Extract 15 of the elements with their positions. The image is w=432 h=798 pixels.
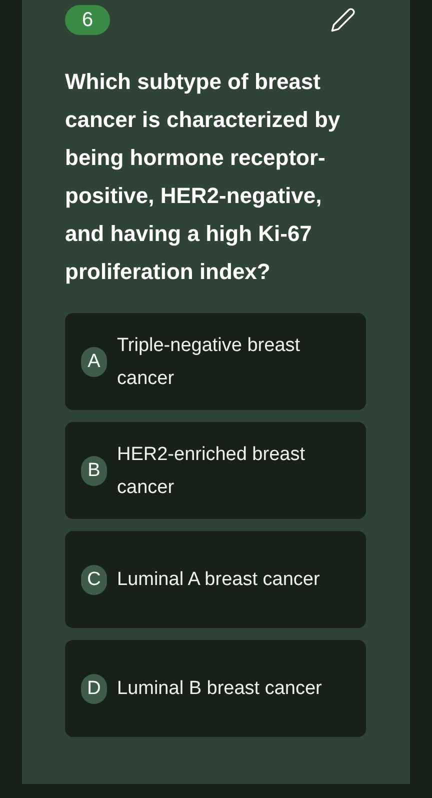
option-letter: B	[81, 456, 107, 486]
option-letter: A	[81, 346, 107, 376]
answer-option[interactable]: B HER2-enriched breast cancer	[65, 422, 366, 519]
option-text: Triple-negative breast cancer	[117, 334, 302, 390]
question-text: Which subtype of breast cancer is characterized by being hormone receptor-positive, HER2-negative, and having a high Ki-67 proliferation index?	[65, 68, 342, 286]
edit-icon[interactable]	[330, 7, 356, 33]
answer-option[interactable]: C Luminal A breast cancer	[65, 531, 366, 628]
question-number: 6	[65, 5, 110, 35]
answer-option[interactable]: A Triple-negative breast cancer	[65, 313, 366, 410]
answer-option[interactable]: D Luminal B breast cancer	[65, 640, 366, 737]
option-text: HER2-enriched breast cancer	[117, 442, 306, 500]
option-letter: D	[81, 674, 107, 704]
option-text: Luminal A breast cancer	[117, 568, 320, 592]
option-text: Luminal B breast cancer	[117, 677, 322, 701]
option-letter: C	[81, 564, 107, 594]
